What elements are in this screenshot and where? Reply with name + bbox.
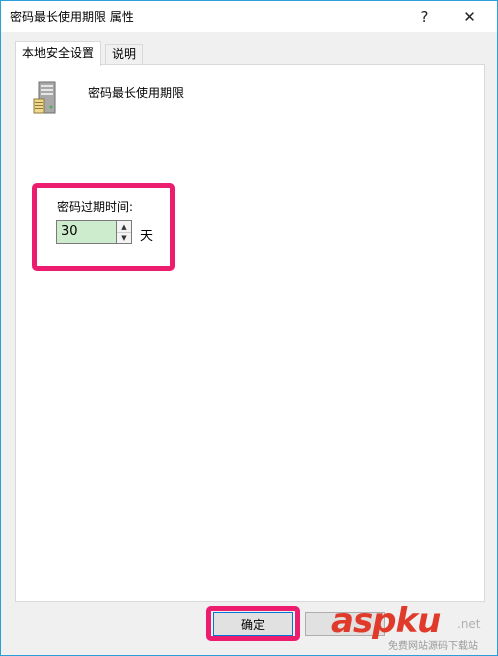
tab-panel: 密码最长使用期限 (15, 64, 485, 602)
expiry-days-input[interactable]: 30 (56, 220, 116, 244)
title-bar: 密码最长使用期限 属性 ? ✕ (1, 1, 497, 32)
help-button[interactable]: ? (402, 1, 447, 32)
server-icon (33, 81, 56, 114)
window-title: 密码最长使用期限 属性 (10, 10, 134, 24)
watermark-tagline: 免费网站源码下载站 (388, 641, 478, 652)
spin-down-button[interactable]: ▼ (117, 232, 131, 243)
watermark-logo: aspku .net 免费网站源码下载站 (326, 599, 496, 655)
close-button[interactable]: ✕ (447, 1, 492, 32)
tab-local-security-setting[interactable]: 本地安全设置 (15, 41, 102, 66)
expiry-label: 密码过期时间: (57, 200, 134, 214)
policy-title: 密码最长使用期限 (88, 86, 185, 100)
tab-explain[interactable]: 说明 (105, 44, 144, 65)
ok-button[interactable]: 确定 (213, 612, 293, 636)
expiry-spinner: ▲ ▼ (116, 220, 132, 244)
watermark-brand: aspku (331, 601, 441, 641)
days-unit-label: 天 (140, 229, 154, 244)
properties-dialog: 密码最长使用期限 属性 ? ✕ 本地安全设置 说明 密码最长使用期限 密码过期时… (0, 0, 498, 656)
watermark-suffix: .net (457, 617, 481, 631)
